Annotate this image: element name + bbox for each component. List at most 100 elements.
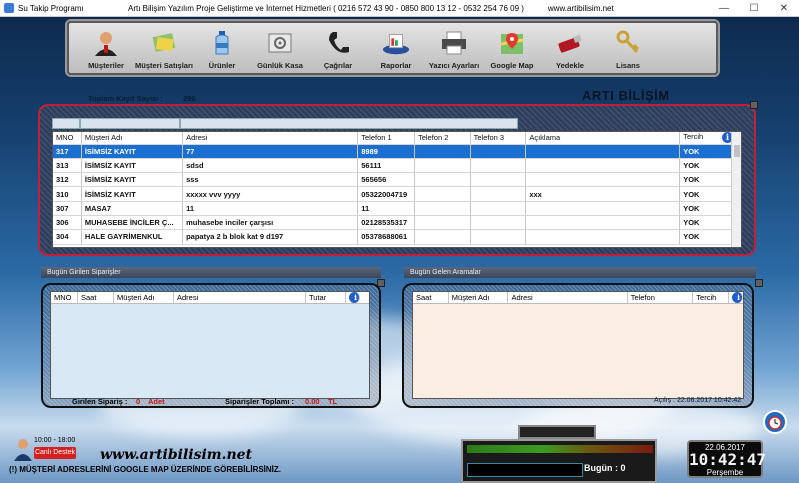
toolbar-cashbox-button[interactable]: Günlük Kasa xyxy=(251,23,309,73)
customer-cell xyxy=(414,144,471,159)
toolbar-products-button[interactable]: Ürünler xyxy=(193,23,251,73)
orders-col-mno[interactable]: MNO xyxy=(51,292,78,303)
keys-icon xyxy=(614,29,642,57)
customer-cell: papatya 2 b blok kat 9 d197 xyxy=(182,229,359,245)
customer-cell xyxy=(525,229,681,245)
toolbar-printer-button[interactable]: Yazıcı Ayarları xyxy=(425,23,483,73)
calls-col-time[interactable]: Saat xyxy=(413,292,449,303)
minimize-icon[interactable]: — xyxy=(709,0,739,17)
toolbar-customers-button[interactable]: Müşteriler xyxy=(77,23,135,73)
title-website: www.artibilisim.net xyxy=(547,3,614,13)
usb-drive-icon xyxy=(556,29,584,57)
footer-website[interactable]: www.artibilisim.net xyxy=(100,447,252,463)
customer-cell: 02128535317 xyxy=(357,215,415,231)
user-icon xyxy=(92,29,120,57)
col-mno[interactable]: MNO xyxy=(53,132,82,145)
calls-col-customer[interactable]: Müşteri Adı xyxy=(449,292,509,303)
orders-total-unit: TL xyxy=(328,397,338,406)
customer-cell: İSİMSİZ KAYIT xyxy=(81,172,184,188)
customer-cell: 565656 xyxy=(357,172,415,188)
filter-address[interactable] xyxy=(180,118,518,129)
customer-row[interactable]: 307 MASA7 11 11 YOK xyxy=(53,201,741,216)
safe-icon xyxy=(266,29,294,57)
customer-cell xyxy=(414,158,471,174)
customer-cell: 11 xyxy=(357,201,415,216)
toolbar-calls-button[interactable]: Çağrılar xyxy=(309,23,367,73)
col-phone1[interactable]: Telefon 1 xyxy=(357,132,415,145)
col-customer-name[interactable]: Müşteri Adı xyxy=(81,132,184,145)
col-phone2[interactable]: Telefon 2 xyxy=(414,132,471,145)
calls-col-preference[interactable]: Tercih xyxy=(693,292,730,303)
filter-customer[interactable] xyxy=(80,118,180,129)
customer-cell xyxy=(470,172,527,188)
company-info: Artı Bilişim Yazılım Proje Geliştirme ve… xyxy=(128,3,524,13)
customer-row[interactable]: 304 HALE GAYRİMENKUL papatya 2 b blok kat … xyxy=(53,229,741,245)
close-icon[interactable]: ✕ xyxy=(769,0,799,17)
clock-widget: 22.06.2017 10:42:47 Perşembe xyxy=(687,440,767,478)
customer-row[interactable]: 313 İSİMSİZ KAYIT sdsd 56111 YOK xyxy=(53,158,741,174)
customer-cell xyxy=(414,186,471,202)
phone-icon xyxy=(324,29,352,57)
water-bottle-icon xyxy=(208,29,236,57)
customer-cell: 306 xyxy=(53,215,82,231)
toolbar-backup-button[interactable]: Yedekle xyxy=(541,23,599,73)
customer-row[interactable]: 312 İSİMSİZ KAYIT sss 565656 YOK xyxy=(53,172,741,188)
customer-cell xyxy=(414,229,471,245)
alarm-clock-icon[interactable] xyxy=(763,410,787,434)
maximize-icon[interactable]: ☐ xyxy=(739,0,769,17)
customer-row[interactable]: 317 İSİMSİZ KAYIT 77 8989 YOK xyxy=(53,144,741,159)
orders-col-customer[interactable]: Müşteri Adı xyxy=(114,292,174,303)
customer-cell: İSİMSİZ KAYIT xyxy=(81,186,184,202)
customer-row[interactable]: 310 İSİMSİZ KAYIT xxxxx vvv yyyy 0532200471… xyxy=(53,186,741,202)
app-icon xyxy=(4,3,14,13)
customer-cell: 312 xyxy=(53,172,82,188)
customer-cell: 77 xyxy=(182,144,359,159)
support-avatar-icon xyxy=(13,437,33,461)
orders-col-address[interactable]: Adresi xyxy=(174,292,306,303)
printer-icon xyxy=(440,29,468,57)
calls-resize-handle[interactable] xyxy=(755,279,763,287)
customer-cell: sss xyxy=(182,172,359,188)
map-icon xyxy=(498,29,526,57)
col-description[interactable]: Açıklama xyxy=(525,132,681,145)
customer-cell: xxx xyxy=(525,186,681,202)
customer-cell: xxxxx vvv yyyy xyxy=(182,186,359,202)
toolbar-reports-button[interactable]: Raporlar xyxy=(367,23,425,73)
customer-cell xyxy=(414,215,471,231)
customer-cell: 304 xyxy=(53,229,82,245)
live-support-button[interactable]: Canlı Destek xyxy=(34,447,76,459)
resize-handle[interactable] xyxy=(750,101,758,109)
orders-total-value: 0.00 xyxy=(305,397,320,406)
calls-header: Bugün Gelen Aramalar xyxy=(404,267,756,278)
col-phone3[interactable]: Telefon 3 xyxy=(470,132,527,145)
calls-col-address[interactable]: Adresi xyxy=(508,292,628,303)
orders-info-icon[interactable]: i xyxy=(349,292,360,303)
customer-cell: 310 xyxy=(53,186,82,202)
customer-cell: İSİMSİZ KAYIT xyxy=(81,158,184,174)
total-records-label: Toplam Kayıt Sayısı : xyxy=(88,94,163,103)
orders-col-time[interactable]: Saat xyxy=(78,292,114,303)
customer-grid-header: MNO Müşteri Adı Adresi Telefon 1 Telefon… xyxy=(53,132,741,145)
toolbar-google-map-button[interactable]: Google Map xyxy=(483,23,541,73)
calls-info-icon[interactable]: i xyxy=(732,292,743,303)
toolbar-sales-button[interactable]: Müşteri Satışları xyxy=(135,23,193,73)
filter-mno[interactable] xyxy=(52,118,80,129)
customer-grid-scrollbar[interactable] xyxy=(731,132,741,247)
customer-cell xyxy=(525,172,681,188)
customer-cell: İSİMSİZ KAYIT xyxy=(81,144,184,159)
customer-cell xyxy=(414,172,471,188)
customer-cell: 11 xyxy=(182,201,359,216)
customer-cell xyxy=(470,201,527,216)
customer-cell: 05322004719 xyxy=(357,186,415,202)
toolbar-license-button[interactable]: Lisans xyxy=(599,23,657,73)
customer-row[interactable]: 306 MUHASEBE İNCİLER Ç... muhasebe inciler… xyxy=(53,215,741,231)
customer-cell xyxy=(525,201,681,216)
orders-col-amount[interactable]: Tutar xyxy=(306,292,346,303)
customer-cell: MUHASEBE İNCİLER Ç... xyxy=(81,215,184,231)
customer-cell: 8989 xyxy=(357,144,415,159)
title-bar: Su Takip Programı Artı Bilişim Yazılım P… xyxy=(0,0,799,17)
calls-col-phone[interactable]: Telefon xyxy=(628,292,694,303)
reports-icon xyxy=(382,29,410,57)
col-address[interactable]: Adresi xyxy=(182,132,359,145)
clock-time: 10:42:47 xyxy=(689,450,767,469)
